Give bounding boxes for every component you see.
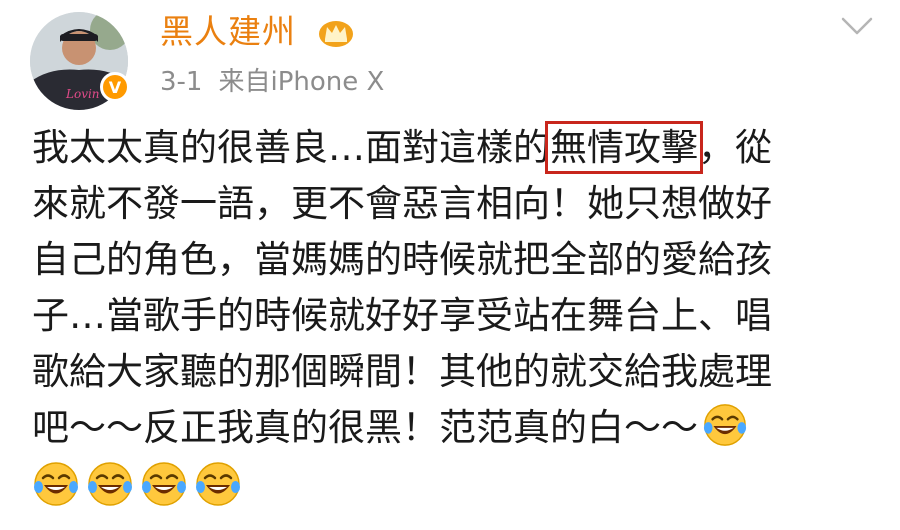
laughing-with-tears-emoji-icon — [702, 402, 748, 448]
verified-badge-icon: V — [100, 72, 130, 102]
post-line-text: 吧～～反正我真的很黑！范范真的白～～ — [32, 406, 698, 449]
post-line: 吧～～反正我真的很黑！范范真的白～～ — [32, 400, 852, 456]
username[interactable]: 黑人建州 — [160, 10, 296, 54]
post-line: 歌給大家聽的那個瞬間！其他的就交給我處理 — [32, 350, 772, 393]
emoji-row — [32, 456, 852, 508]
post-line: 子…當歌手的時候就好好享受站在舞台上、唱 — [32, 294, 772, 337]
post-source[interactable]: 来自iPhone X — [218, 67, 384, 97]
weibo-post-card: Lovin V 黑人建州 3-1 来自iPhone X 我太太真的很善良…面對這樣… — [0, 0, 900, 530]
post-line-text: 我太太真的很善良…面對這樣的 — [32, 126, 550, 169]
post-date: 3-1 — [160, 67, 203, 97]
post-line-text: ，從 — [698, 126, 772, 169]
post-line: 我太太真的很善良…面對這樣的無情攻擊，從 — [32, 120, 852, 176]
post-line: 自己的角色，當媽媽的時候就把全部的愛給孩 — [32, 238, 772, 281]
laughing-with-tears-emoji-icon — [194, 460, 242, 508]
laughing-with-tears-emoji-icon — [86, 460, 134, 508]
post-line: 來就不發一語，更不會惡言相向！她只想做好 — [32, 182, 772, 225]
laughing-with-tears-emoji-icon — [140, 460, 188, 508]
post-meta: 3-1 来自iPhone X — [160, 64, 384, 100]
highlighted-phrase: 無情攻擊 — [545, 121, 703, 174]
chevron-down-icon[interactable] — [840, 14, 874, 38]
post-text: 我太太真的很善良…面對這樣的無情攻擊，從 來就不發一語，更不會惡言相向！她只想做… — [32, 120, 852, 508]
svg-text:Lovin: Lovin — [65, 87, 100, 101]
crown-badge-icon[interactable] — [318, 18, 354, 48]
laughing-with-tears-emoji-icon — [32, 460, 80, 508]
